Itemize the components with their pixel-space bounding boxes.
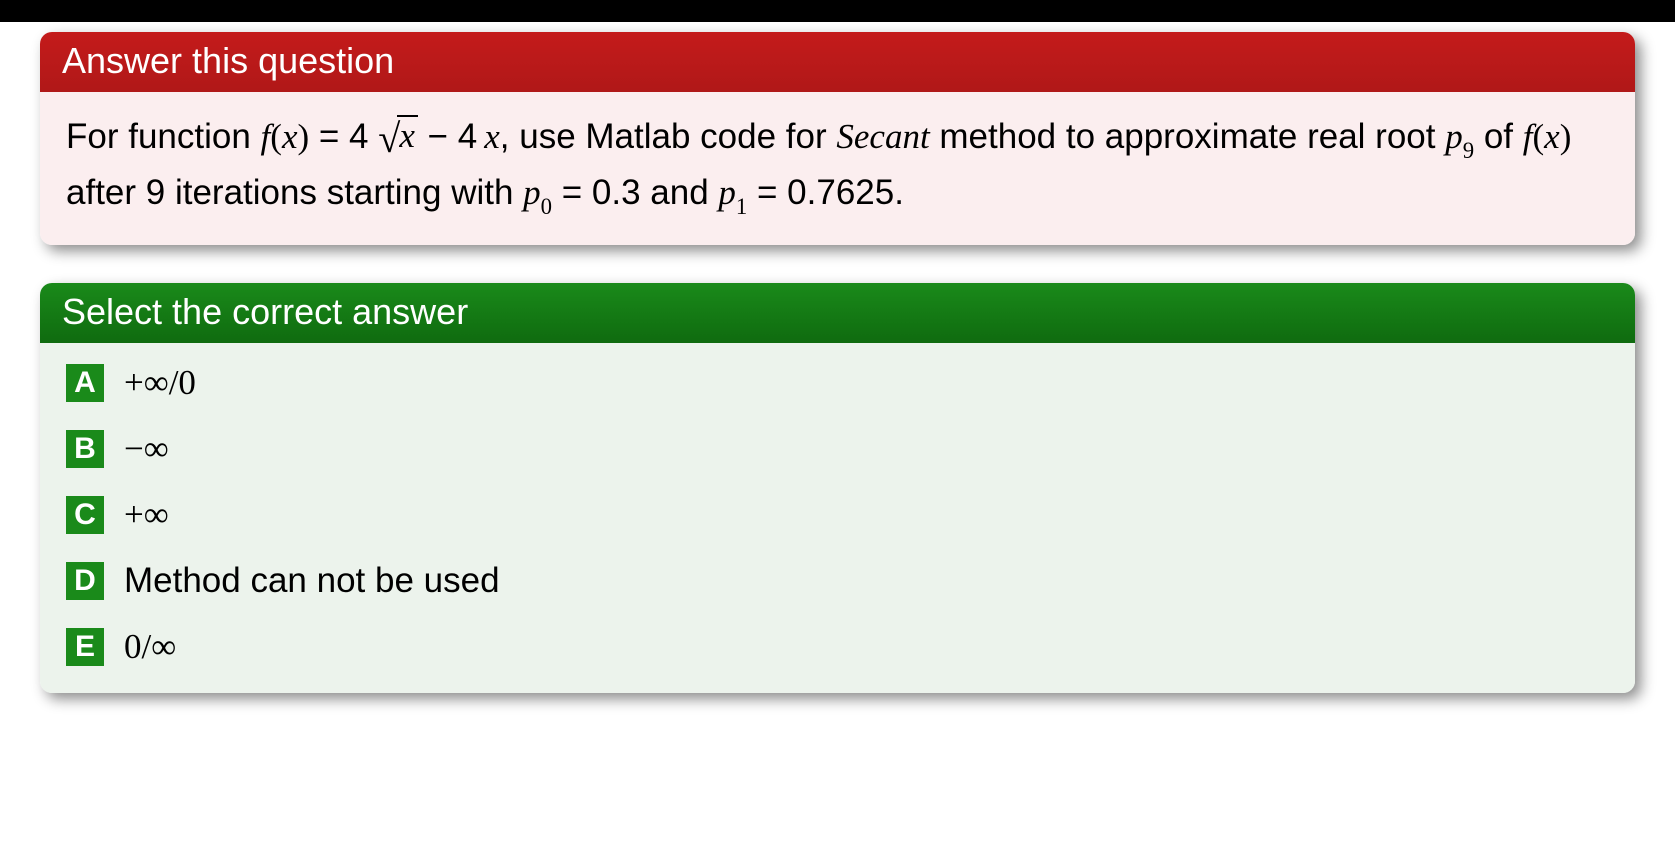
option-d[interactable]: D Method can not be used <box>66 561 1609 601</box>
option-c[interactable]: C +∞ <box>66 495 1609 535</box>
slide-content: Answer this question For function f(x) =… <box>0 22 1675 693</box>
option-key-b: B <box>66 430 104 468</box>
q-text: For function <box>66 117 261 156</box>
q-x: x <box>282 117 298 156</box>
option-key-d: D <box>66 562 104 600</box>
q-sqrt-arg: x <box>397 115 418 156</box>
option-text-b: −∞ <box>124 429 169 469</box>
option-a[interactable]: A +∞/0 <box>66 363 1609 403</box>
q-of: of <box>1474 117 1523 156</box>
q-p1-sub: 1 <box>736 194 747 219</box>
option-text-e: 0/∞ <box>124 627 176 667</box>
option-text-c: +∞ <box>124 495 169 535</box>
q-eq2: = 0.3 and <box>552 173 718 212</box>
q-f: f <box>261 117 271 156</box>
option-key-c: C <box>66 496 104 534</box>
q-x3: x <box>1544 117 1560 156</box>
q-p0: p <box>523 173 541 212</box>
question-block: Answer this question For function f(x) =… <box>40 32 1635 245</box>
option-key-e: E <box>66 628 104 666</box>
q-rp2: ) <box>1560 117 1572 156</box>
q-lparen: ( <box>270 117 282 156</box>
q-minus: − 4 <box>418 117 477 156</box>
question-body: For function f(x) = 4 √x − 4 x, use Matl… <box>40 92 1635 245</box>
q-p9: p <box>1445 117 1463 156</box>
answers-body: A +∞/0 B −∞ C +∞ D Method can not be use… <box>40 343 1635 693</box>
q-eq3: = 0.7625. <box>747 173 904 212</box>
top-black-bar <box>0 0 1675 22</box>
q-rparen: ) <box>297 117 309 156</box>
q-method: method to approximate real root <box>930 117 1446 156</box>
q-x2: x <box>484 117 500 156</box>
option-b[interactable]: B −∞ <box>66 429 1609 469</box>
q-lp2: ( <box>1532 117 1544 156</box>
q-eq1: = 4 <box>309 117 368 156</box>
q-after: after 9 iterations starting with <box>66 173 523 212</box>
option-text-a: +∞/0 <box>124 363 196 403</box>
q-mid: , use Matlab code for <box>500 117 837 156</box>
option-key-a: A <box>66 364 104 402</box>
question-header: Answer this question <box>40 32 1635 92</box>
answers-header: Select the correct answer <box>40 283 1635 343</box>
option-text-d: Method can not be used <box>124 561 500 601</box>
sqrt-icon: √x <box>378 115 418 156</box>
q-p9-sub: 9 <box>1463 138 1474 163</box>
option-e[interactable]: E 0/∞ <box>66 627 1609 667</box>
answers-block: Select the correct answer A +∞/0 B −∞ C … <box>40 283 1635 693</box>
q-p1: p <box>718 173 736 212</box>
q-p0-sub: 0 <box>541 194 552 219</box>
q-secant: Secant <box>836 117 929 156</box>
